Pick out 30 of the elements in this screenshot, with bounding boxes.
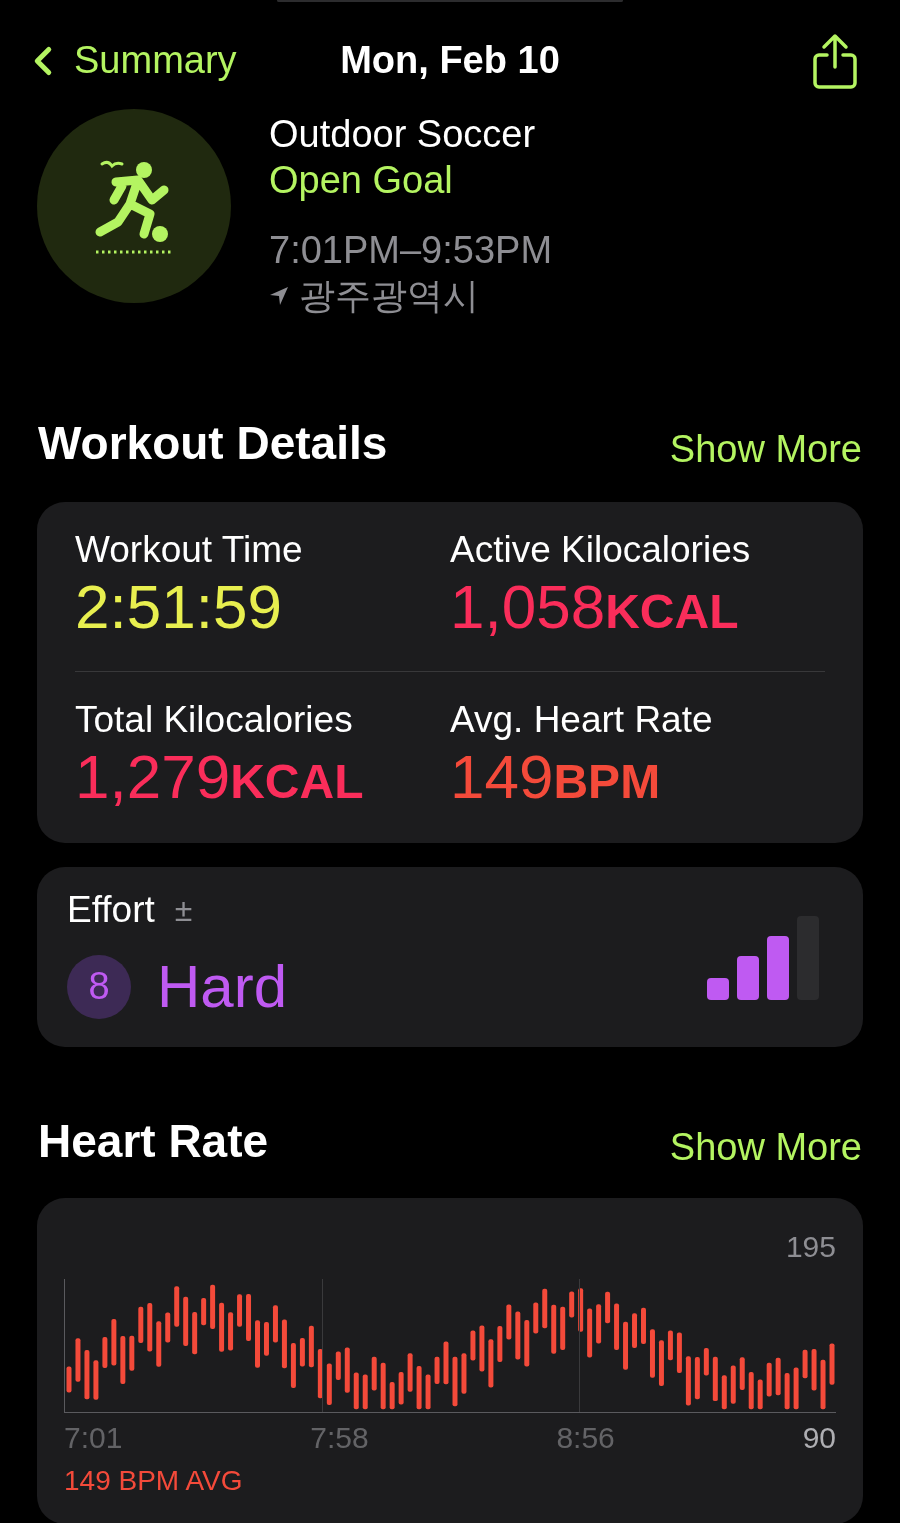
- location-arrow-icon: [269, 286, 289, 306]
- effort-rating: Hard: [157, 951, 288, 1022]
- show-more-link[interactable]: Show More: [669, 421, 862, 478]
- metric-label: Workout Time: [75, 528, 304, 572]
- page-title: Mon, Feb 10: [340, 38, 560, 83]
- effort-label: Effort: [67, 888, 155, 933]
- section-title: Workout Details: [38, 416, 388, 471]
- metric-value: 1,058KCAL: [450, 572, 740, 643]
- location: 광주광역시: [299, 274, 479, 318]
- metric-value: 1,279KCAL: [75, 742, 365, 813]
- metric-label: Total Kilocalories: [75, 698, 354, 742]
- metric-label: Avg. Heart Rate: [450, 698, 714, 742]
- time-label: 7:58: [310, 1420, 370, 1456]
- metric-value: 149BPM: [450, 742, 662, 813]
- time-label: 7:01: [64, 1420, 124, 1456]
- workout-goal: Open Goal: [269, 158, 454, 203]
- workout-name: Outdoor Soccer: [269, 112, 537, 157]
- average-heart-rate: 149 BPM AVG: [64, 1464, 244, 1498]
- time-label: 8:56: [556, 1420, 616, 1456]
- time-range: 7:01PM–9:53PM: [269, 228, 553, 273]
- metric-value: 2:51:59: [75, 572, 283, 642]
- axis-label: 195: [785, 1229, 836, 1265]
- show-more-link[interactable]: Show More: [669, 1119, 862, 1176]
- effort-score: 8: [67, 954, 131, 1019]
- share-icon[interactable]: [812, 32, 858, 89]
- section-title: Heart Rate: [38, 1114, 269, 1169]
- adjust-icon[interactable]: ±: [174, 886, 193, 934]
- metric-label: Active Kilocalories: [450, 528, 752, 572]
- back-button[interactable]: Summary: [20, 32, 280, 89]
- axis-label: 90: [802, 1420, 836, 1456]
